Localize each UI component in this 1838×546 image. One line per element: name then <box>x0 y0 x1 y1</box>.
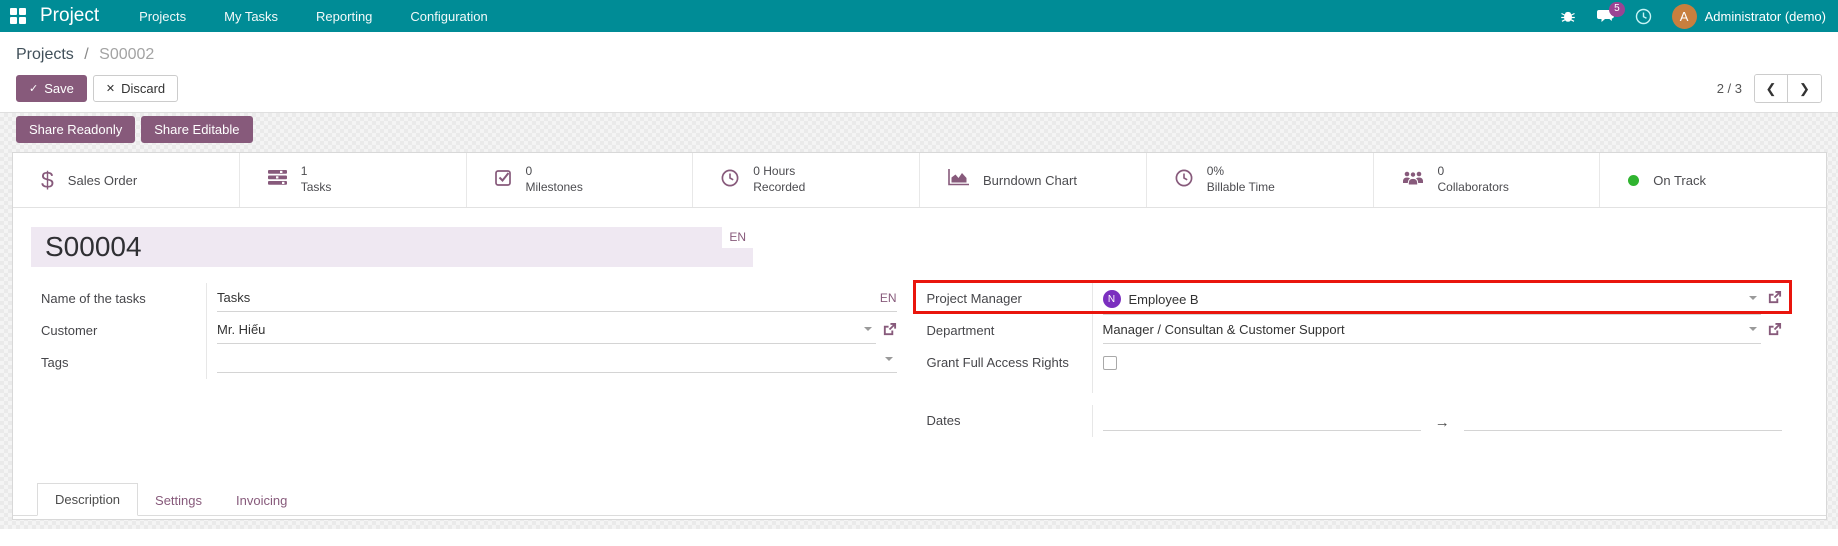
breadcrumb-projects-link[interactable]: Projects <box>16 46 74 63</box>
form-right-column: Project Manager N Employee B Department … <box>912 280 1792 437</box>
project-manager-avatar: N <box>1102 290 1121 308</box>
project-manager-label: Project Manager <box>926 291 1022 306</box>
messages-icon[interactable]: 5 <box>1596 2 1625 24</box>
pager-count: 2 / 3 <box>1716 81 1742 96</box>
customer-external-link-icon[interactable] <box>882 322 897 340</box>
dollar-icon: $ <box>41 166 54 193</box>
debug-bug-icon[interactable] <box>1560 8 1576 24</box>
field-row-dates: Dates → <box>926 405 1782 437</box>
stat-billable-time[interactable]: 0% Billable Time <box>1146 153 1374 207</box>
field-row-customer: Customer Mr. Hiếu <box>41 315 897 347</box>
breadcrumb-current: S00002 <box>99 46 155 63</box>
title-language-badge[interactable]: EN <box>722 227 753 248</box>
chevron-down-icon[interactable] <box>1749 296 1757 300</box>
project-manager-external-link-icon[interactable] <box>1767 290 1782 308</box>
clock-icon <box>721 169 739 192</box>
pager-previous-button[interactable]: ❮ <box>1755 75 1788 102</box>
dates-label: Dates <box>926 413 961 428</box>
date-range-arrow-icon: → <box>1434 414 1450 431</box>
nav-item-reporting[interactable]: Reporting <box>316 9 372 24</box>
field-row-project-manager: Project Manager N Employee B <box>912 280 1792 315</box>
pager-next-button[interactable]: ❯ <box>1788 75 1821 102</box>
field-row-tags: Tags <box>41 347 897 379</box>
tab-settings[interactable]: Settings <box>138 485 219 516</box>
field-row-grant-access: Grant Full Access Rights <box>927 347 1783 393</box>
chevron-down-icon[interactable] <box>1749 326 1757 331</box>
area-chart-icon <box>948 169 969 191</box>
chevron-down-icon[interactable] <box>863 326 872 331</box>
stat-sales-order[interactable]: $ Sales Order <box>13 153 240 207</box>
user-menu[interactable]: A Administrator (demo) <box>1671 3 1826 29</box>
tags-label: Tags <box>41 355 69 370</box>
control-panel: ✓ Save ✕ Discard 2 / 3 ❮ ❯ <box>0 64 1838 103</box>
milestones-check-icon <box>494 169 512 191</box>
name-of-tasks-label: Name of the tasks <box>41 291 146 306</box>
chevron-down-icon[interactable] <box>884 357 893 361</box>
tab-description[interactable]: Description <box>37 483 139 516</box>
tab-invoicing[interactable]: Invoicing <box>219 485 304 516</box>
form-fields: Name of the tasks Tasks EN Customer Mr. … <box>13 267 1826 437</box>
nav-item-my-tasks[interactable]: My Tasks <box>224 9 278 24</box>
share-editable-button[interactable]: Share Editable <box>141 116 253 143</box>
clock-icon <box>1175 169 1193 192</box>
content-area: Share Readonly Share Editable $ Sales Or… <box>0 113 1838 529</box>
form-left-column: Name of the tasks Tasks EN Customer Mr. … <box>41 283 897 437</box>
grant-access-label: Grant Full Access Rights <box>926 355 1069 370</box>
breadcrumb-separator: / <box>84 46 89 63</box>
form-sheet: $ Sales Order 1 Tasks 0 Milestones 0 Hou… <box>12 152 1827 520</box>
name-language-badge[interactable]: EN <box>880 291 897 305</box>
user-name-label: Administrator (demo) <box>1704 8 1826 24</box>
discard-button[interactable]: ✕ Discard <box>92 75 179 102</box>
nav-item-projects[interactable]: Projects <box>139 9 186 24</box>
activities-clock-icon[interactable] <box>1635 8 1652 25</box>
customer-label: Customer <box>41 323 98 338</box>
top-navbar: Project Projects My Tasks Reporting Conf… <box>0 0 1838 32</box>
notebook-tabs: Description Settings Invoicing <box>13 483 1826 516</box>
tasks-icon <box>267 170 287 190</box>
save-button[interactable]: ✓ Save <box>16 75 87 102</box>
breadcrumb: Projects / S00002 <box>0 32 1838 64</box>
status-dot-icon <box>1628 174 1640 186</box>
check-icon: ✓ <box>29 83 39 95</box>
field-row-department: Department Manager / Consultan & Custome… <box>927 315 1783 347</box>
stat-hours-recorded[interactable]: 0 Hours Recorded <box>693 153 920 207</box>
stat-status-on-track[interactable]: On Track <box>1600 153 1826 207</box>
stat-collaborators[interactable]: 0 Collaborators <box>1373 153 1601 207</box>
stat-burndown-chart[interactable]: Burndown Chart <box>920 153 1147 207</box>
users-icon <box>1402 170 1424 190</box>
app-brand[interactable]: Project <box>40 5 99 27</box>
stat-button-row: $ Sales Order 1 Tasks 0 Milestones 0 Hou… <box>13 153 1826 208</box>
name-of-tasks-input[interactable]: Tasks <box>217 290 880 305</box>
apps-menu-icon[interactable] <box>10 8 26 24</box>
project-title-input[interactable]: S00004 <box>31 227 753 267</box>
grant-access-checkbox[interactable] <box>1102 356 1117 370</box>
field-row-name-of-tasks: Name of the tasks Tasks EN <box>41 283 897 315</box>
user-avatar: A <box>1671 3 1697 29</box>
project-manager-input[interactable]: Employee B <box>1129 292 1746 307</box>
share-readonly-button[interactable]: Share Readonly <box>16 116 136 143</box>
department-label: Department <box>926 323 995 338</box>
customer-input[interactable]: Mr. Hiếu <box>217 322 860 337</box>
nav-item-configuration[interactable]: Configuration <box>410 9 487 24</box>
stat-milestones[interactable]: 0 Milestones <box>466 153 694 207</box>
messages-count-badge: 5 <box>1609 2 1625 17</box>
department-external-link-icon[interactable] <box>1767 322 1782 340</box>
close-icon: ✕ <box>105 83 116 95</box>
project-title-block: S00004 EN <box>31 227 753 267</box>
stat-tasks[interactable]: 1 Tasks <box>239 153 467 207</box>
department-input[interactable]: Manager / Consultan & Customer Support <box>1103 322 1746 337</box>
project-form-page: Project Projects My Tasks Reporting Conf… <box>0 0 1838 546</box>
